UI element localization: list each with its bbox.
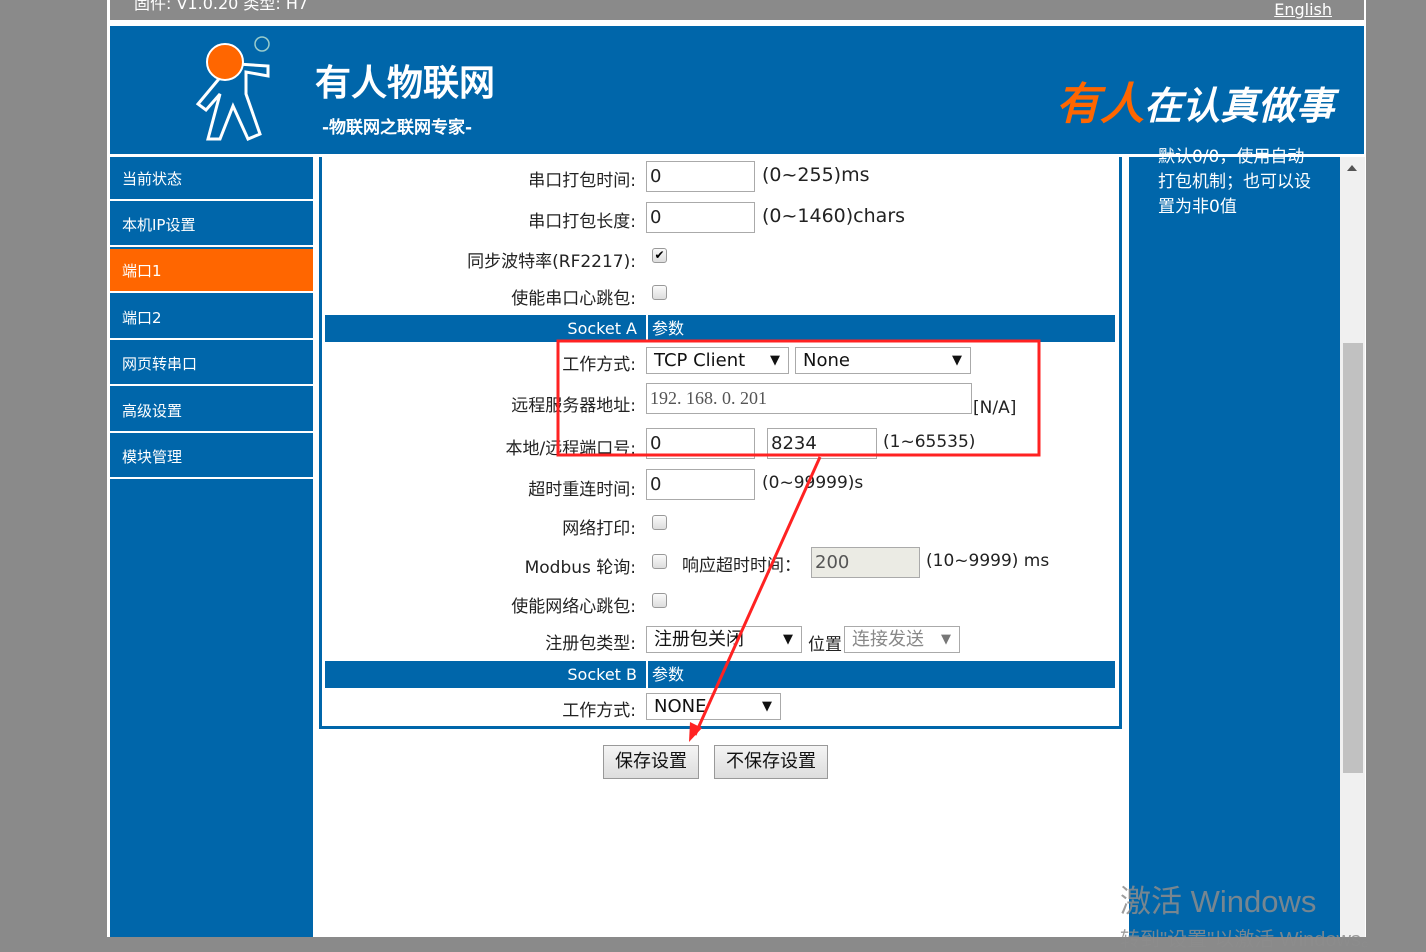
sidebar: 当前状态 本机IP设置 端口1 端口2 网页转串口 高级设置 模块管理 <box>110 157 313 937</box>
modbus-timeout-range: (10~9999) ms <box>926 551 1050 571</box>
scrollbar-thumb[interactable] <box>1343 343 1363 773</box>
work-mode-select[interactable]: TCP Client ▼ <box>646 347 789 374</box>
socket-b-params: 参数 <box>646 661 684 688</box>
ports-range: (1~65535) <box>883 432 976 452</box>
reg-pack-label: 注册包类型: <box>545 634 636 654</box>
work-mode-b-select[interactable]: NONE ▼ <box>646 693 781 720</box>
net-heartbeat-checkbox[interactable] <box>652 593 667 608</box>
serial-heartbeat-label: 使能串口心跳包: <box>511 289 636 309</box>
slogan-orange: 有人 <box>1056 79 1144 130</box>
chevron-down-icon: ▼ <box>770 353 780 368</box>
socket-b-header: Socket B 参数 <box>325 661 1115 688</box>
remote-addr-status: [N/A] <box>973 398 1017 418</box>
local-port-input[interactable]: 0 <box>646 428 755 459</box>
language-link[interactable]: English <box>1274 1 1332 19</box>
firmware-info: 固件: V1.0.20 类型: H7 <box>134 0 309 13</box>
remote-port-input[interactable]: 8234 <box>767 428 877 459</box>
socket-a-header: Socket A 参数 <box>325 315 1115 342</box>
position-value: 连接发送 <box>852 629 924 650</box>
modbus-timeout-input[interactable]: 200 <box>811 547 920 578</box>
modbus-label: Modbus 轮询: <box>524 558 636 578</box>
sync-baud-label: 同步波特率(RF2217): <box>467 252 636 272</box>
header: 有人物联网 -物联网之联网专家- 有人在认真做事 <box>110 26 1364 154</box>
help-panel: 默认0/0，使用自动 打包机制；也可以设 置为非0值 <box>1129 147 1340 937</box>
socket-a-params: 参数 <box>646 315 684 342</box>
net-print-label: 网络打印: <box>562 519 636 539</box>
logo-icon <box>195 36 270 141</box>
sidebar-item-port2[interactable]: 端口2 <box>110 296 313 340</box>
sidebar-item-module[interactable]: 模块管理 <box>110 435 313 479</box>
serial-heartbeat-checkbox[interactable] <box>652 285 667 300</box>
brand-name: 有人物联网 <box>315 63 496 104</box>
pack-time-label: 串口打包时间: <box>528 171 636 191</box>
position-label: 位置 <box>808 635 842 655</box>
work-mode-value: TCP Client <box>654 350 746 371</box>
chevron-down-icon: ▼ <box>762 699 772 714</box>
pack-time-range: (0~255)ms <box>762 164 870 186</box>
chevron-down-icon: ▼ <box>952 353 962 368</box>
work-mode-label: 工作方式: <box>562 355 636 375</box>
windows-watermark: 激活 Windows 转到"设置"以激活 Windows。 <box>1120 876 1381 952</box>
help-text-line: 置为非0值 <box>1158 197 1237 217</box>
sidebar-item-status[interactable]: 当前状态 <box>110 157 313 201</box>
chevron-down-icon: ▼ <box>941 632 951 647</box>
reg-pack-select[interactable]: 注册包关闭 ▼ <box>646 626 802 653</box>
reconnect-range: (0~99999)s <box>762 473 864 493</box>
watermark-title: 激活 Windows <box>1120 884 1317 919</box>
net-heartbeat-label: 使能网络心跳包: <box>511 597 636 617</box>
save-button[interactable]: 保存设置 <box>603 745 699 779</box>
watermark-subtitle: 转到"设置"以激活 Windows。 <box>1120 929 1381 951</box>
modbus-checkbox[interactable] <box>652 554 667 569</box>
socket-b-title: Socket B <box>567 665 637 684</box>
sidebar-item-port1[interactable]: 端口1 <box>110 249 313 293</box>
pack-len-input[interactable]: 0 <box>646 202 755 233</box>
work-mode-b-value: NONE <box>654 696 707 717</box>
scroll-up-icon[interactable] <box>1347 165 1357 171</box>
help-text-line: 打包机制；也可以设 <box>1158 172 1311 192</box>
ports-label: 本地/远程端口号: <box>505 439 636 459</box>
reg-pack-value: 注册包关闭 <box>654 629 744 650</box>
pack-len-label: 串口打包长度: <box>528 212 636 232</box>
sidebar-item-advanced[interactable]: 高级设置 <box>110 389 313 433</box>
socket-a-title: Socket A <box>567 319 637 338</box>
slogan-white: 在认真做事 <box>1144 84 1335 128</box>
reconnect-label: 超时重连时间: <box>528 480 636 500</box>
chevron-down-icon: ▼ <box>783 632 793 647</box>
pack-time-input[interactable]: 0 <box>646 161 755 192</box>
no-save-button[interactable]: 不保存设置 <box>714 745 828 779</box>
sync-baud-checkbox[interactable]: ✔ <box>652 248 667 263</box>
brand-tagline: -物联网之联网专家- <box>322 118 473 138</box>
sidebar-item-ip[interactable]: 本机IP设置 <box>110 203 313 247</box>
pack-len-range: (0~1460)chars <box>762 205 906 227</box>
work-mode-sub-select[interactable]: None ▼ <box>795 347 971 374</box>
help-text-line: 默认0/0，使用自动 <box>1158 147 1305 167</box>
work-mode-b-label: 工作方式: <box>562 701 636 721</box>
slogan: 有人在认真做事 <box>1056 68 1334 132</box>
remote-addr-input[interactable]: 192. 168. 0. 201 <box>646 383 972 414</box>
remote-addr-label: 远程服务器地址: <box>511 396 636 416</box>
reconnect-input[interactable]: 0 <box>646 469 755 500</box>
modbus-timeout-label: 响应超时时间： <box>682 556 801 576</box>
position-select[interactable]: 连接发送 ▼ <box>844 626 960 653</box>
top-bar: 固件: V1.0.20 类型: H7 English <box>110 0 1364 20</box>
net-print-checkbox[interactable] <box>652 515 667 530</box>
sidebar-item-web-serial[interactable]: 网页转串口 <box>110 342 313 386</box>
work-mode-sub-value: None <box>803 350 850 371</box>
